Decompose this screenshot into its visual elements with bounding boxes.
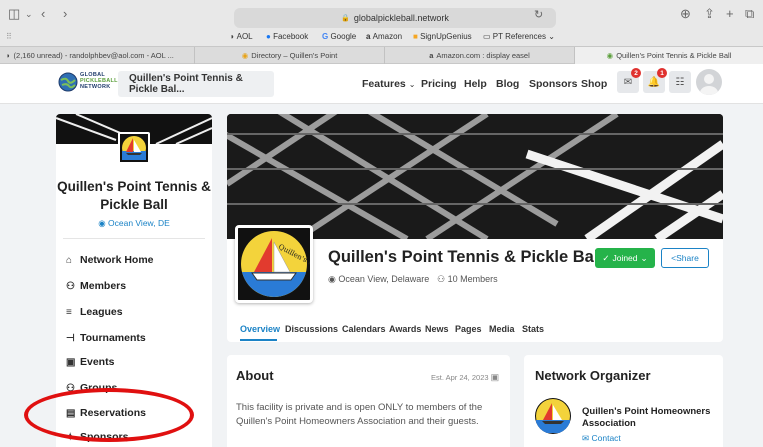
sidebar-item-network-home[interactable]: ⌂ Network Home — [66, 254, 154, 266]
profile-location: ◉ Ocean View, Delaware — [328, 274, 430, 284]
amazon-icon: a — [366, 32, 373, 41]
contact-link[interactable]: ✉ Contact — [582, 433, 621, 444]
nav-blog[interactable]: Blog — [496, 78, 519, 90]
sidebar-item-members[interactable]: ⚇ Members — [66, 280, 126, 292]
tab-aol-mail[interactable]: ◗ (2,160 unread) - randolphbev@aol.com - … — [0, 47, 194, 64]
network-title: Quillen's Point Tennis & Pickle Ball — [57, 179, 211, 212]
tab-overview-icon[interactable]: ⧉ — [745, 6, 754, 22]
pin-icon: ◉ — [328, 274, 339, 284]
new-tab-icon[interactable]: + — [726, 6, 734, 21]
sidebar-toggle-icon[interactable]: ◫ — [8, 6, 20, 22]
sidebar-item-tournaments[interactable]: ⊣ Tournaments — [66, 332, 146, 344]
bookmarks-bar: ⠿ ◗ AOL ● Facebook G Google a Amazon ■ S… — [0, 29, 763, 46]
tab-quillens-point[interactable]: ◉ Quillen's Point Tennis & Pickle Ball — [574, 47, 763, 64]
tab-news[interactable]: News — [425, 324, 449, 334]
mail-icon: ✉ — [623, 76, 633, 88]
active-tab-indicator — [240, 339, 277, 341]
network-selector[interactable]: Quillen's Point Tennis & Pickle Bal... — [118, 71, 274, 97]
download-icon[interactable]: ⊕ — [680, 6, 691, 22]
list-icon: ≡ — [66, 306, 72, 318]
bookmark-amazon[interactable]: a Amazon — [366, 32, 402, 41]
globe-icon — [58, 72, 78, 92]
nav-help[interactable]: Help — [464, 78, 487, 90]
contacts-icon: ☷ — [675, 76, 685, 88]
aol-icon: ◗ — [230, 32, 237, 41]
avatar[interactable] — [696, 69, 722, 95]
site-icon: ◉ — [241, 51, 249, 60]
chevron-down-icon: ⌄ — [640, 252, 648, 263]
tab-amazon[interactable]: a Amazon.com : display easel — [384, 47, 574, 64]
user-icon — [700, 74, 718, 95]
url-text: globalpickleball.network — [353, 13, 449, 23]
grid-icon: ⠿ — [6, 32, 12, 41]
network-logo-large: Quillen's Point — [235, 225, 313, 303]
calendar-icon: ▣ — [66, 356, 76, 368]
tab-awards[interactable]: Awards — [389, 324, 421, 334]
divider — [63, 238, 205, 239]
tab-pages[interactable]: Pages — [455, 324, 482, 334]
share-browser-icon[interactable]: ⇪ — [704, 6, 715, 22]
bookmark-signupgenius[interactable]: ■ SignUpGenius — [413, 32, 472, 41]
pickleball-icon: ◉ — [606, 51, 614, 60]
folder-icon: ▭ — [483, 32, 493, 41]
annotation-circle — [24, 388, 194, 442]
nav-sponsors[interactable]: Sponsors — [529, 78, 577, 90]
chevron-down-icon[interactable]: ⌄ — [25, 9, 33, 20]
network-logo-small — [118, 132, 150, 164]
about-description: This facility is private and is open ONL… — [236, 402, 483, 427]
about-heading: About — [236, 368, 274, 383]
calendar-icon: ▣ — [490, 372, 500, 382]
tab-discussions[interactable]: Discussions — [285, 324, 338, 334]
messages-badge: 2 — [631, 68, 641, 78]
cover-image — [227, 114, 723, 239]
profile-members[interactable]: ⚇ 10 Members — [437, 274, 498, 285]
organizer-name[interactable]: Quillen's Point Homeowners Association — [582, 406, 717, 430]
signupgenius-icon: ■ — [413, 32, 421, 41]
organizer-heading: Network Organizer — [535, 368, 651, 383]
home-icon: ⌂ — [66, 254, 73, 266]
pin-icon: ◉ — [98, 218, 109, 228]
established-date: Est. Apr 24, 2023 ▣ — [431, 372, 500, 382]
bookmark-facebook[interactable]: ● Facebook — [266, 32, 308, 41]
notifications-badge: 1 — [657, 68, 667, 78]
nav-shop[interactable]: Shop — [581, 78, 607, 90]
tab-media[interactable]: Media — [489, 324, 515, 334]
bracket-icon: ⊣ — [66, 332, 75, 344]
nav-pricing[interactable]: Pricing — [421, 78, 457, 90]
facebook-icon: ● — [266, 32, 274, 41]
organizer-avatar[interactable] — [535, 398, 571, 434]
forward-icon[interactable]: › — [63, 6, 67, 21]
sidebar-item-events[interactable]: ▣ Events — [66, 356, 114, 368]
contacts-button[interactable]: ☷ — [669, 71, 691, 93]
bell-icon: 🔔 — [647, 76, 661, 88]
chevron-down-icon: ⌄ — [408, 80, 416, 89]
reload-icon[interactable]: ↻ — [534, 8, 543, 21]
tab-overview[interactable]: Overview — [240, 324, 280, 334]
bookmark-google[interactable]: G Google — [322, 32, 356, 41]
amazon-icon: a — [429, 51, 434, 60]
global-pickleball-network-logo[interactable]: GLOBAL PICKLEBALL NETWORK — [58, 68, 118, 98]
aol-icon: ◗ — [6, 51, 11, 60]
lock-icon: 🔒 — [341, 15, 350, 22]
nav-features[interactable]: Features ⌄ — [362, 78, 415, 90]
bookmark-pt-references[interactable]: ▭ PT References ⌄ — [483, 32, 555, 41]
share-button[interactable]: < Share — [661, 248, 709, 268]
check-icon: ✓ — [602, 252, 610, 263]
address-bar[interactable]: 🔒 globalpickleball.network — [234, 8, 556, 28]
chevron-down-icon: ⌄ — [546, 32, 555, 41]
network-location[interactable]: ◉ Ocean View, DE — [56, 218, 212, 229]
logo-text: GLOBAL PICKLEBALL NETWORK — [80, 72, 118, 90]
back-icon[interactable]: ‹ — [41, 6, 45, 21]
tab-directory[interactable]: ◉ Directory – Quillen's Point — [194, 47, 384, 64]
bookmark-aol[interactable]: ◗ AOL — [230, 32, 253, 41]
tab-calendars[interactable]: Calendars — [342, 324, 386, 334]
sidebar-item-leagues[interactable]: ≡ Leagues — [66, 306, 123, 318]
page-title: Quillen's Point Tennis & Pickle Ball — [328, 248, 604, 266]
browser-tabs: ◗ (2,160 unread) - randolphbev@aol.com - … — [0, 46, 763, 64]
tab-stats[interactable]: Stats — [522, 324, 544, 334]
members-icon: ⚇ — [437, 274, 448, 284]
members-icon: ⚇ — [66, 280, 75, 292]
joined-button[interactable]: ✓ Joined ⌄ — [595, 248, 655, 268]
